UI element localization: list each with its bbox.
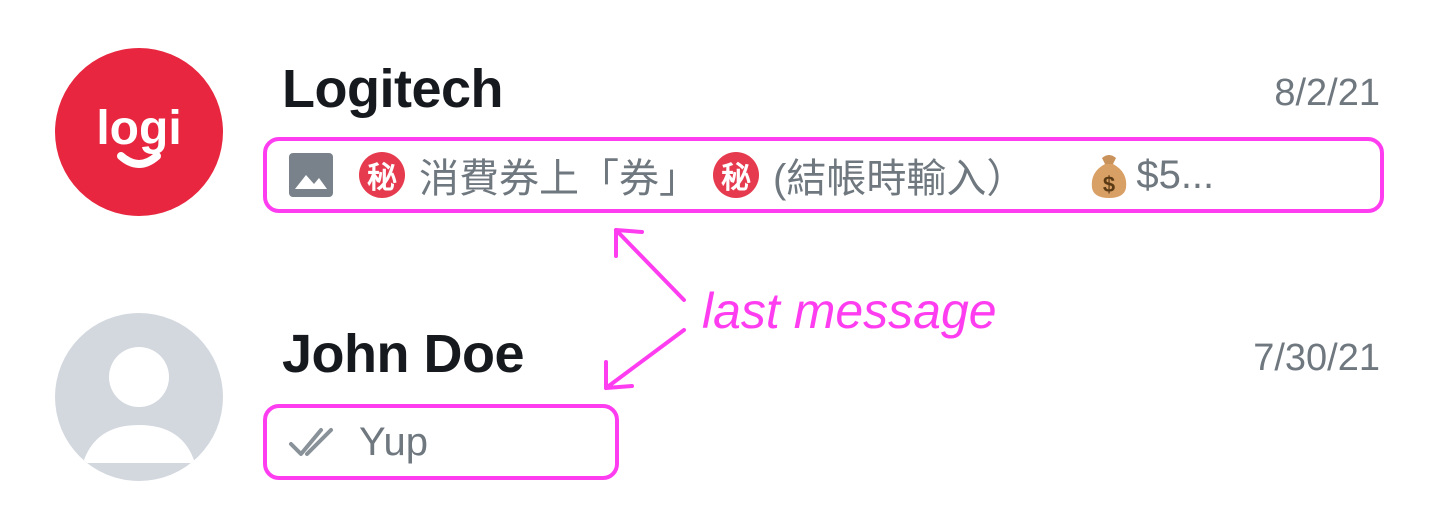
message-text: Yup: [359, 419, 428, 464]
message-text: 消費券上「券」: [419, 157, 699, 201]
money-bag-emoji-icon: $: [1092, 155, 1127, 198]
avatar: [55, 313, 223, 481]
chat-date: 8/2/21: [1274, 72, 1380, 114]
last-message-highlight: Yup: [263, 404, 619, 480]
last-message-highlight: 秘 消費券上「券」 秘 (結帳時輸入） $ $5...: [263, 137, 1384, 213]
last-message-preview: 秘 消費券上「券」 秘 (結帳時輸入） $ $5...: [287, 141, 1218, 209]
secret-emoji-icon: 秘: [713, 152, 759, 198]
annotation-label: last message: [702, 283, 997, 339]
person-icon: [83, 347, 195, 463]
chat-row-logitech[interactable]: logi Logitech 8/2/21 秘 消費券上「券」 秘 (結帳時輸入）…: [0, 40, 1440, 230]
svg-text:logi: logi: [96, 102, 181, 155]
chat-name: Logitech: [282, 59, 504, 119]
arrow-up-icon: [614, 228, 686, 302]
last-message-preview: Yup: [287, 408, 432, 476]
avatar: logi: [55, 48, 223, 216]
double-check-icon: [289, 428, 333, 456]
chat-date: 7/30/21: [1253, 337, 1380, 379]
message-text: (結帳時輸入）: [773, 157, 1027, 201]
logi-logo-icon: logi: [96, 102, 182, 168]
chat-name: John Doe: [282, 324, 525, 384]
secret-emoji-icon: 秘: [359, 152, 405, 198]
image-icon: [289, 153, 333, 197]
svg-text:$: $: [1103, 172, 1115, 197]
message-text: $5...: [1136, 152, 1215, 197]
